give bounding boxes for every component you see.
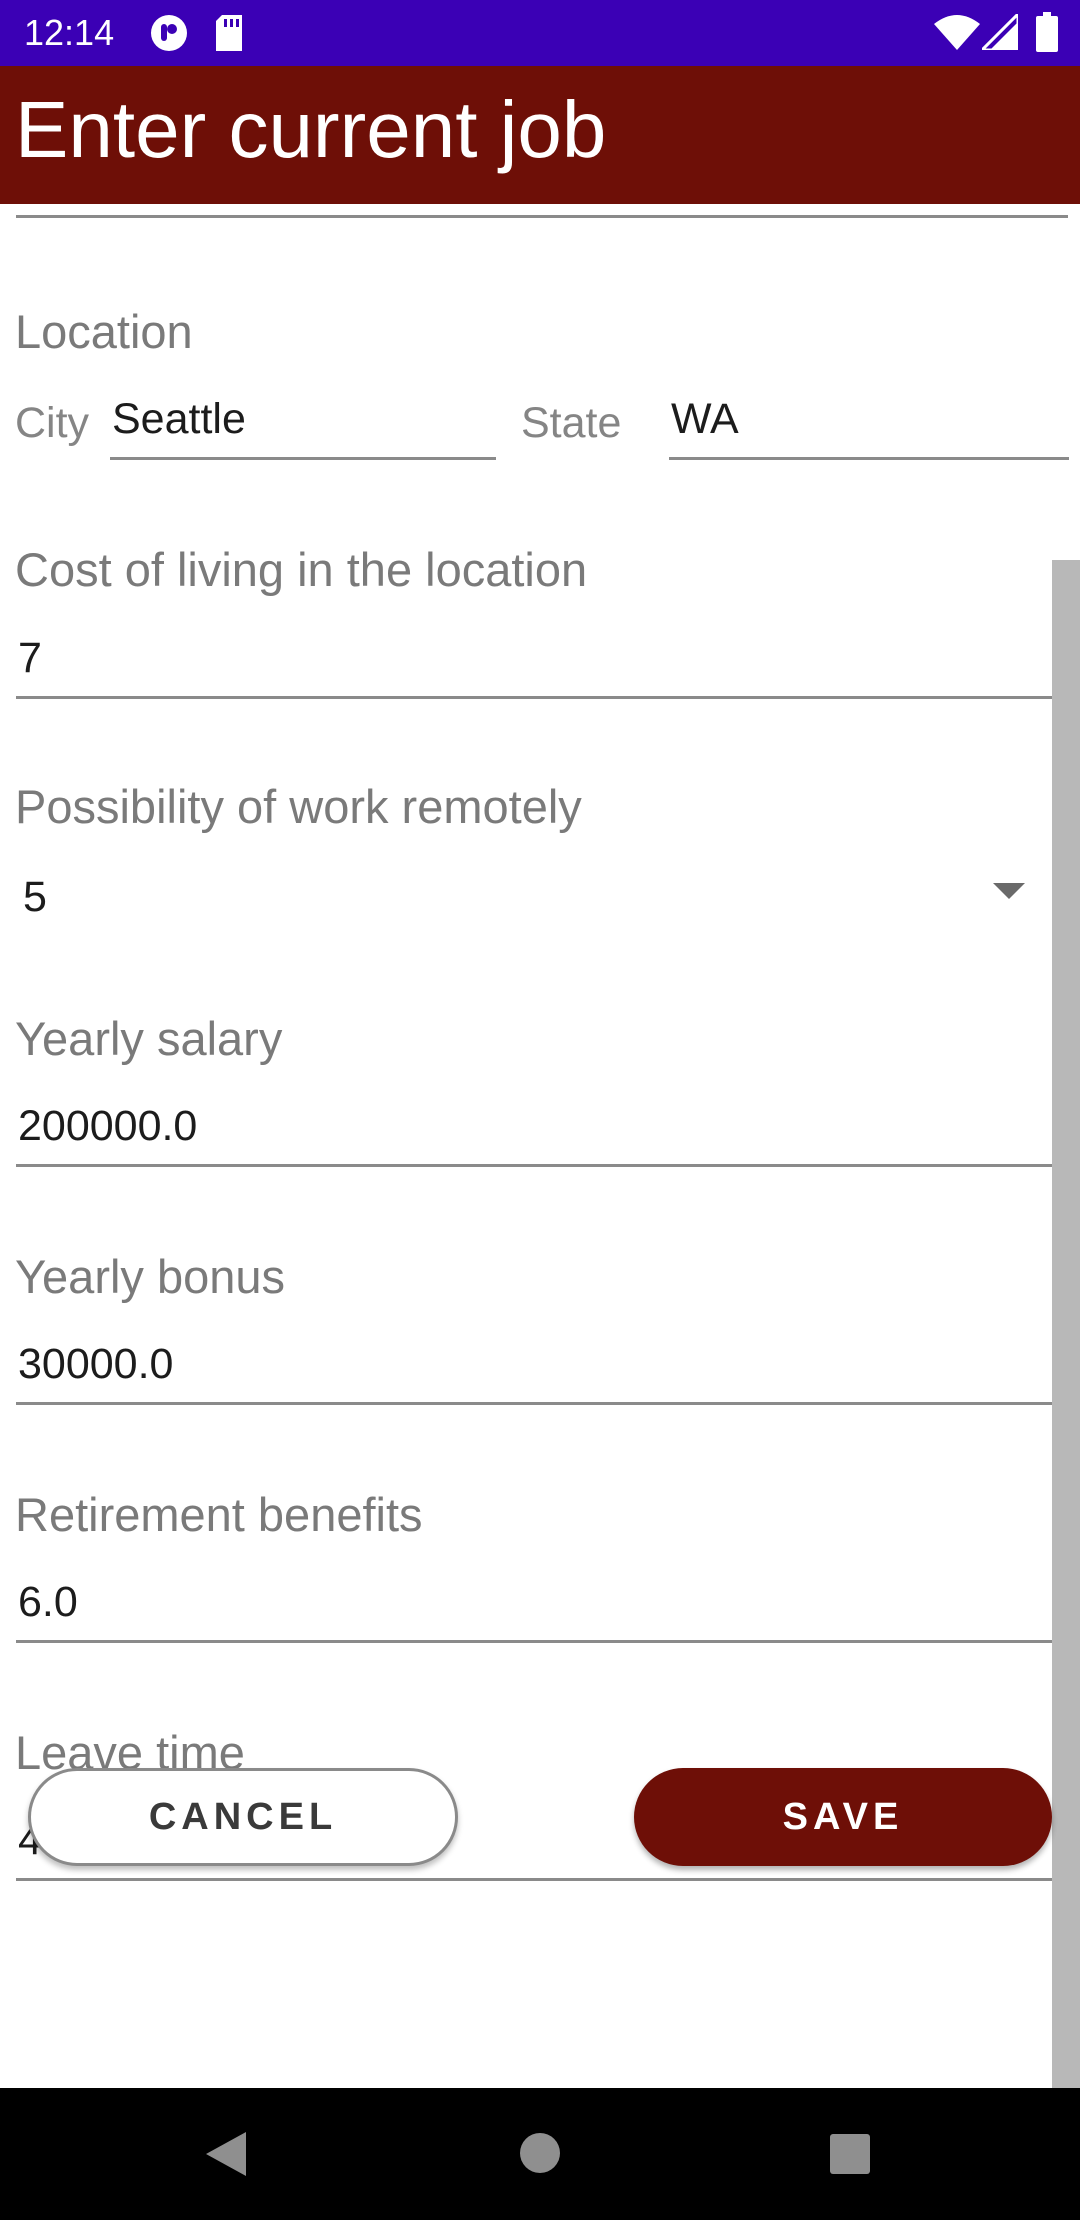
city-value: Seattle — [112, 395, 246, 443]
previous-field-underline — [16, 215, 1068, 218]
cost-of-living-value: 7 — [18, 634, 42, 682]
retirement-field[interactable]: 6.0 — [16, 1568, 1068, 1643]
status-bar: 12:14 — [0, 0, 1080, 66]
status-time: 12:14 — [24, 12, 115, 53]
remote-work-value: 5 — [23, 873, 47, 921]
yearly-salary-field[interactable]: 200000.0 — [16, 1092, 1068, 1167]
state-value: WA — [671, 395, 739, 443]
battery-icon — [1036, 12, 1058, 57]
dropdown-arrow-icon — [993, 883, 1025, 899]
back-icon[interactable] — [204, 2130, 248, 2183]
app-bar: Enter current job — [0, 66, 1080, 204]
wifi-icon — [934, 14, 980, 55]
cost-of-living-label: Cost of living in the location — [15, 543, 588, 596]
yearly-salary-label: Yearly salary — [15, 1012, 283, 1065]
system-nav-bar — [0, 2088, 1080, 2220]
recents-icon[interactable] — [829, 2133, 871, 2180]
state-label: State — [521, 399, 622, 447]
save-button[interactable]: SAVE — [634, 1768, 1052, 1866]
signal-icon — [978, 10, 1020, 55]
yearly-bonus-value: 30000.0 — [18, 1340, 174, 1388]
sd-card-icon — [214, 15, 244, 56]
scrollbar[interactable] — [1052, 560, 1080, 2088]
home-icon[interactable] — [519, 2132, 561, 2179]
yearly-bonus-label: Yearly bonus — [15, 1250, 286, 1303]
remote-work-dropdown[interactable]: 5 — [15, 853, 1035, 939]
cost-of-living-field[interactable]: 7 — [16, 624, 1068, 699]
city-label: City — [15, 399, 90, 447]
retirement-label: Retirement benefits — [15, 1488, 423, 1541]
state-field[interactable]: WA — [669, 390, 1069, 460]
cancel-button[interactable]: CANCEL — [28, 1768, 458, 1866]
retirement-value: 6.0 — [18, 1578, 78, 1626]
city-field[interactable]: Seattle — [110, 390, 496, 460]
yearly-bonus-field[interactable]: 30000.0 — [16, 1330, 1068, 1405]
yearly-salary-value: 200000.0 — [18, 1102, 198, 1150]
location-label: Location — [15, 305, 193, 358]
page-title: Enter current job — [15, 85, 607, 174]
recorder-icon — [150, 14, 188, 57]
remote-work-label: Possibility of work remotely — [15, 780, 582, 833]
